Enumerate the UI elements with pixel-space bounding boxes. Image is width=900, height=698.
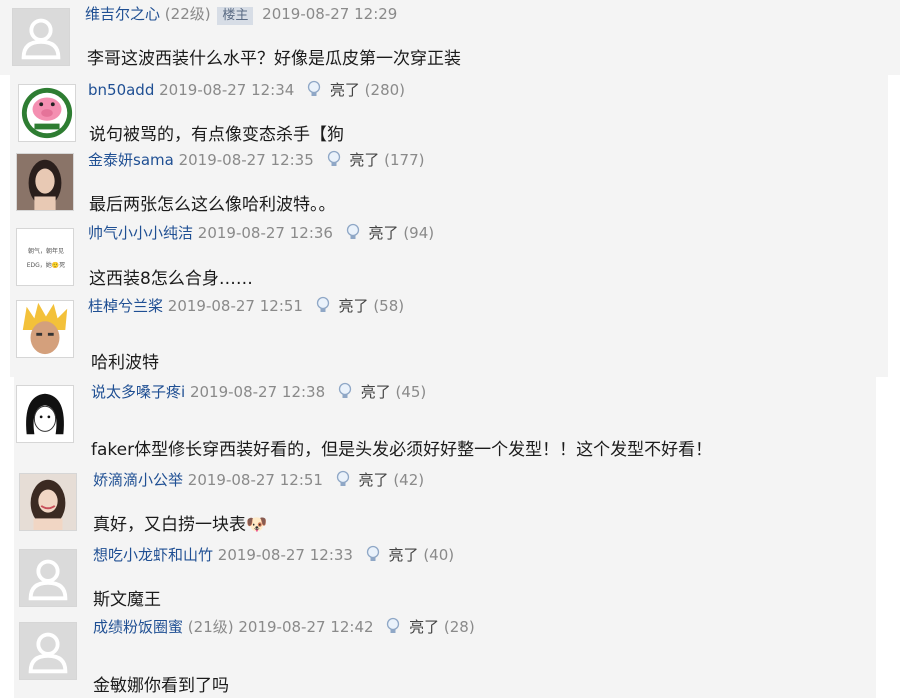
comment-meta: 桂棹兮兰桨 2019-08-27 12:51 亮了 (58) xyxy=(88,296,404,316)
avatar[interactable] xyxy=(16,300,74,358)
like-label[interactable]: 亮了 xyxy=(389,546,419,564)
timestamp: 2019-08-27 12:51 xyxy=(167,297,303,315)
like-count: (280) xyxy=(364,81,406,99)
op-badge: 楼主 xyxy=(217,7,254,25)
lightbulb-icon[interactable] xyxy=(334,470,352,488)
username-link[interactable]: bn50add xyxy=(88,81,154,99)
like-count: (45) xyxy=(395,383,427,401)
like-count: (58) xyxy=(373,297,405,315)
spiky-hair-avatar-icon xyxy=(17,301,73,357)
lightbulb-icon[interactable] xyxy=(336,382,354,400)
avatar-caption: 朝气，朝年见 xyxy=(27,248,64,255)
avatar-caption: EDG，她🙂死 xyxy=(26,262,66,269)
default-avatar-icon xyxy=(13,9,69,65)
comment-text: 哈利波特 xyxy=(91,353,159,373)
lightbulb-icon[interactable] xyxy=(325,150,343,168)
username-link[interactable]: 金泰妍sama xyxy=(88,151,174,169)
like-label[interactable]: 亮了 xyxy=(330,81,360,99)
comment-meta: 娇滴滴小公举 2019-08-27 12:51 亮了 (42) xyxy=(93,470,424,490)
timestamp: 2019-08-27 12:42 xyxy=(238,618,374,636)
lightbulb-icon[interactable] xyxy=(314,296,332,314)
timestamp: 2019-08-27 12:36 xyxy=(197,224,333,242)
avatar[interactable] xyxy=(19,622,77,680)
like-label[interactable]: 亮了 xyxy=(369,224,399,242)
like-count: (94) xyxy=(403,224,435,242)
lightbulb-icon[interactable] xyxy=(384,617,402,635)
comment-text: 斯文魔王 xyxy=(93,590,161,610)
default-avatar-icon xyxy=(20,550,76,606)
avatar[interactable] xyxy=(16,385,74,443)
username-link[interactable]: 桂棹兮兰桨 xyxy=(88,297,163,315)
girl-avatar-icon xyxy=(20,474,76,530)
username-link[interactable]: 想吃小龙虾和山竹 xyxy=(93,546,213,564)
like-count: (42) xyxy=(393,471,425,489)
avatar[interactable]: 朝气，朝年见 EDG，她🙂死 xyxy=(16,228,74,286)
comment-meta: 金泰妍sama 2019-08-27 12:35 亮了 (177) xyxy=(88,150,424,170)
lightbulb-icon[interactable] xyxy=(305,80,323,98)
timestamp: 2019-08-27 12:34 xyxy=(159,81,295,99)
comment-meta: 帅气小小小纯洁 2019-08-27 12:36 亮了 (94) xyxy=(88,223,434,243)
avatar[interactable] xyxy=(16,153,74,211)
comment-meta: 说太多嗓子疼i 2019-08-27 12:38 亮了 (45) xyxy=(91,382,426,402)
comment-meta: 成绩粉饭圈蜜 (21级) 2019-08-27 12:42 亮了 (28) xyxy=(93,617,475,637)
lightbulb-icon[interactable] xyxy=(344,223,362,241)
like-label[interactable]: 亮了 xyxy=(349,151,379,169)
timestamp: 2019-08-27 12:35 xyxy=(178,151,314,169)
comment-meta: bn50add 2019-08-27 12:34 亮了 (280) xyxy=(88,80,405,100)
username-link[interactable]: 成绩粉饭圈蜜 xyxy=(93,618,183,636)
comment-meta: 想吃小龙虾和山竹 2019-08-27 12:33 亮了 (40) xyxy=(93,545,454,565)
avatar[interactable] xyxy=(18,84,76,142)
comment-meta: 维吉尔之心 (22级) 楼主 2019-08-27 12:29 xyxy=(85,4,397,25)
like-label[interactable]: 亮了 xyxy=(339,297,369,315)
user-level: (22级) xyxy=(164,5,211,23)
like-count: (28) xyxy=(443,618,475,636)
comment-text: 说句被骂的，有点像变态杀手【狗 xyxy=(89,125,344,145)
comment-text: faker体型修长穿西装好看的，但是头发必须好好整一个发型！！这个发型不好看！ xyxy=(91,440,713,460)
like-label[interactable]: 亮了 xyxy=(361,383,391,401)
timestamp: 2019-08-27 12:38 xyxy=(189,383,326,401)
comment-text: 金敏娜你看到了吗 xyxy=(93,676,229,696)
lightbulb-icon[interactable] xyxy=(364,545,382,563)
timestamp: 2019-08-27 12:33 xyxy=(217,546,353,564)
portrait-avatar-icon xyxy=(17,154,73,210)
username-link[interactable]: 帅气小小小纯洁 xyxy=(88,224,193,242)
pig-avatar-icon xyxy=(19,85,75,141)
comment-text: 李哥这波西装什么水平？好像是瓜皮第一次穿正装 xyxy=(87,49,461,69)
default-avatar-icon xyxy=(20,623,76,679)
avatar[interactable] xyxy=(19,473,77,531)
username-link[interactable]: 说太多嗓子疼i xyxy=(91,383,185,401)
comment-text: 这西装8怎么合身…… xyxy=(89,269,253,289)
timestamp: 2019-08-27 12:29 xyxy=(262,5,398,23)
avatar[interactable] xyxy=(19,549,77,607)
username-link[interactable]: 娇滴滴小公举 xyxy=(93,471,183,489)
like-count: (40) xyxy=(423,546,455,564)
like-label[interactable]: 亮了 xyxy=(409,618,439,636)
sketch-avatar-icon xyxy=(17,386,73,442)
like-label[interactable]: 亮了 xyxy=(359,471,389,489)
like-count: (177) xyxy=(384,151,425,169)
comment-text: 最后两张怎么这么像哈利波特。。 xyxy=(89,195,336,215)
username-link[interactable]: 维吉尔之心 xyxy=(85,5,160,23)
comment-text: 真好，又白捞一块表🐶 xyxy=(93,515,268,535)
timestamp: 2019-08-27 12:51 xyxy=(187,471,323,489)
avatar[interactable] xyxy=(12,8,70,66)
user-level: (21级) xyxy=(187,618,234,636)
